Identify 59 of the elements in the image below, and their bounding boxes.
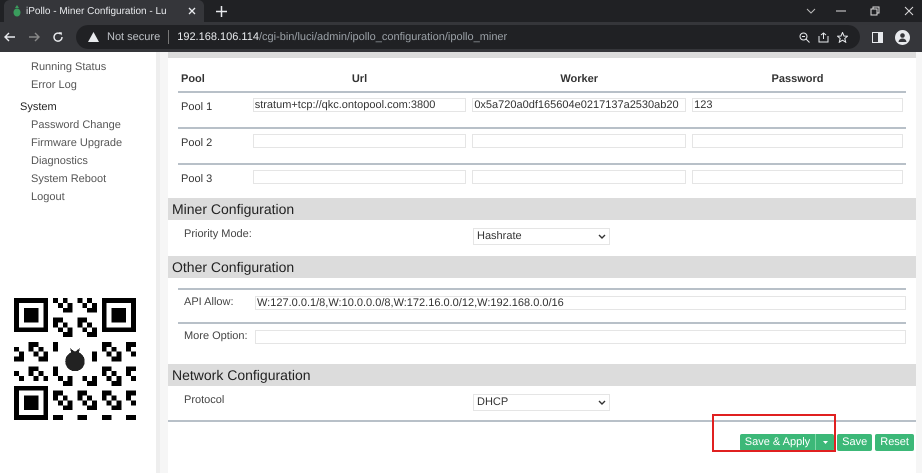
chevron-down-icon — [598, 400, 606, 405]
field-label: Protocol — [183, 394, 226, 406]
worker-field[interactable]: 0x5a720a0df165604e0217137a2530ab20 — [472, 98, 686, 112]
url-field[interactable] — [252, 134, 466, 148]
side-panel-icon[interactable] — [872, 32, 883, 42]
restore-icon[interactable] — [870, 6, 880, 16]
sidebar-link[interactable]: Firmware Upgrade — [0, 134, 156, 152]
section-header: Other Configuration — [168, 256, 916, 278]
sidebar-link[interactable]: System Reboot — [0, 170, 156, 188]
close-icon[interactable] — [188, 7, 196, 15]
close-window-icon[interactable] — [904, 6, 914, 16]
caret-icon — [822, 441, 828, 444]
table-cell: Pool 1 — [178, 92, 250, 128]
zoom-icon[interactable] — [799, 32, 810, 42]
sidebar-link[interactable]: Logout — [0, 188, 156, 206]
sidebar-heading: System — [19, 100, 58, 115]
table-cell: Pool 2 — [178, 128, 250, 164]
column-header: Pool — [178, 68, 250, 92]
password-field[interactable] — [692, 170, 903, 184]
url-field[interactable]: stratum+tcp://qkc.ontopool.com:3800 — [252, 98, 466, 112]
dropdown-toggle-button[interactable] — [815, 434, 834, 451]
field-label: More Option: — [183, 330, 249, 342]
worker-field[interactable] — [472, 170, 686, 184]
warning-icon — [88, 32, 99, 42]
text-field[interactable] — [255, 330, 906, 344]
minimize-icon[interactable] — [836, 10, 846, 12]
worker-field[interactable] — [472, 134, 686, 148]
table-cell: Pool 3 — [178, 164, 250, 192]
browser-tab[interactable]: iPollo - Miner Configuration - Lu — [4, 0, 204, 22]
security-label: Not secure — [107, 30, 160, 45]
reload-icon[interactable] — [52, 31, 64, 43]
dropdown[interactable]: DHCP — [473, 394, 610, 411]
password-field[interactable] — [692, 134, 903, 148]
chevron-down-icon[interactable] — [806, 8, 816, 14]
url-text: 192.168.106.114/cgi-bin/luci/admin/ipollo_configuration/ipollo_miner — [177, 30, 508, 45]
tab-title: iPollo - Miner Configuration - Lu — [26, 4, 168, 18]
password-field[interactable]: 123 — [692, 98, 903, 112]
sidebar-link[interactable]: Password Change — [0, 116, 156, 134]
share-icon[interactable] — [818, 32, 829, 42]
column-header: Password — [689, 68, 906, 92]
address-bar[interactable]: Not secure 192.168.106.114/cgi-bin/luci/admin/ipollo_configuration/ipollo_miner — [76, 25, 860, 49]
column-header: Url — [250, 68, 470, 92]
section-header: Miner Configuration — [168, 198, 916, 220]
back-arrow-icon[interactable] — [4, 31, 16, 43]
new-tab-icon[interactable] — [216, 6, 227, 16]
star-icon[interactable] — [837, 32, 848, 42]
url-field[interactable] — [252, 170, 466, 184]
sidebar-link[interactable]: Error Log — [0, 76, 156, 94]
sidebar-link[interactable]: Running Status — [0, 58, 156, 76]
forward-arrow-icon[interactable] — [28, 31, 40, 43]
field-label: API Allow: — [183, 296, 235, 308]
text-field[interactable]: W:127.0.0.1/8,W:10.0.0.0/8,W:172.16.0.0/12,W:192.168.0.0/16 — [255, 296, 906, 310]
sidebar-link[interactable]: Diagnostics — [0, 152, 156, 170]
field-label: Priority Mode: — [183, 228, 253, 240]
profile-icon[interactable] — [895, 30, 910, 44]
chevron-down-icon — [598, 234, 606, 239]
column-header: Worker — [469, 68, 690, 92]
dropdown[interactable]: Hashrate — [473, 228, 610, 245]
section-header: Network Configuration — [168, 364, 916, 386]
